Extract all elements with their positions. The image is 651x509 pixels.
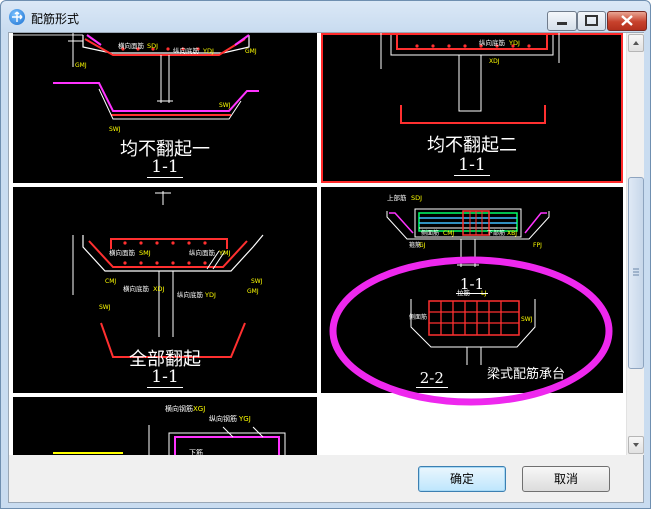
cancel-button[interactable]: 取消 [522,466,610,492]
thumb5-label-3: 纵向钢筋 [209,414,237,423]
maximize-button[interactable] [577,11,606,31]
thumbnail-option-2[interactable]: 纵向底筋 YDJ XDJ 均不翻起二 1-1 [321,33,623,183]
thumb2-label-2: YDJ [508,39,520,47]
thumb3-label-6: XDJ [153,285,164,293]
maximize-icon [585,15,598,26]
thumb2-label-1: 纵向底筋 [479,38,506,47]
app-icon [9,9,25,25]
thumb1-label-3: 纵向底筋 [173,46,200,55]
thumb1-label-2: SDJ [147,42,158,50]
thumb2-label-3: XDJ [489,58,500,65]
thumbnail-gallery: 横向面筋 SDJ 纵向底筋 YDJ GMJ GMJ SWJ SWJ 均不翻起一 … [9,33,626,455]
thumb4-label-9: FPJ [533,242,542,249]
minimize-button[interactable] [547,11,577,31]
thumb3-label-12: SWJ [251,278,263,285]
close-button[interactable] [607,11,647,31]
thumb3-label-4: YMJ [218,249,231,257]
highlight-ellipse [329,256,613,406]
thumb3-section: 1-1 [13,367,317,388]
thumb4-label-6: XBJ [507,230,517,237]
minimize-icon [557,22,567,25]
thumb4-label-3: 侧面筋 [421,229,439,237]
thumb4-label-8: GJ [419,242,426,249]
thumb3-label-10: GMJ [247,288,259,295]
thumbnail-option-1[interactable]: 横向面筋 SDJ 纵向底筋 YDJ GMJ GMJ SWJ SWJ 均不翻起一 … [13,33,317,183]
close-icon [621,15,633,26]
chevron-up-icon [633,41,639,45]
thumb1-label-8: SWJ [219,102,231,109]
scroll-up-button[interactable] [628,34,644,52]
thumb4-label-1: 上部筋 [387,193,407,202]
thumb1-label-5: GMJ [75,62,87,69]
section-drawing: 横向钢筋 XGJ 纵向钢筋 YGJ 下筋 [53,404,286,455]
thumb3-label-1: 横向面筋 [109,248,136,257]
thumb2-section-label: 1-1 [454,155,490,176]
thumb3-label-5: 横向底筋 [123,284,150,293]
ok-button[interactable]: 确定 [418,466,506,492]
thumb1-label-7: SWJ [109,126,121,133]
chevron-down-icon [633,443,639,447]
thumb4-label-5: 下部筋 [487,229,505,237]
thumb5-label-2: XGJ [193,405,205,413]
window-title: 配筋形式 [31,12,80,26]
thumbnail-option-5[interactable]: 横向钢筋 XGJ 纵向钢筋 YGJ 下筋 [13,397,317,455]
thumb3-label-9: CMJ [105,278,116,285]
title-bar[interactable]: 配筋形式 [1,1,650,33]
thumb2-caption: 均不翻起二 [427,135,517,156]
thumb3-label-8: YDJ [204,291,216,299]
vertical-scrollbar[interactable] [626,33,644,455]
thumb5-label-1: 横向钢筋 [165,404,193,413]
thumb1-section-label: 1-1 [147,157,183,178]
scroll-down-button[interactable] [628,436,644,454]
thumb1-label-4: YDJ [202,47,214,55]
thumb1-section: 1-1 [13,157,317,178]
thumb3-section-label: 1-1 [147,367,183,388]
thumb3-label-3: 纵向面筋 [189,248,216,257]
thumb1-label-1: 横向面筋 [118,41,145,50]
thumb2-section: 1-1 [321,155,623,176]
thumb4-label-2: SDJ [411,194,422,202]
dialog-window: 配筋形式 横向面筋 SDJ 纵向底筋 YDJ GMJ GMJ SWJ SWJ 均… [0,0,651,509]
thumb3-label-11: SWJ [99,304,111,311]
thumb5-label-4: YGJ [238,415,251,423]
thumbnail-option-3[interactable]: 横向面筋 SMJ 纵向面筋 YMJ 横向底筋 XDJ 纵向底筋 YDJ CMJ … [13,187,317,393]
thumb5-label-5: 下筋 [189,448,203,455]
dialog-client: 横向面筋 SDJ 纵向底筋 YDJ GMJ GMJ SWJ SWJ 均不翻起一 … [8,32,644,503]
scroll-thumb[interactable] [628,177,644,369]
thumb3-label-2: SMJ [139,249,151,257]
thumb3-label-7: 纵向底筋 [177,290,204,299]
thumb4-label-4: CMJ [443,230,454,237]
thumb1-label-6: GMJ [245,48,257,55]
